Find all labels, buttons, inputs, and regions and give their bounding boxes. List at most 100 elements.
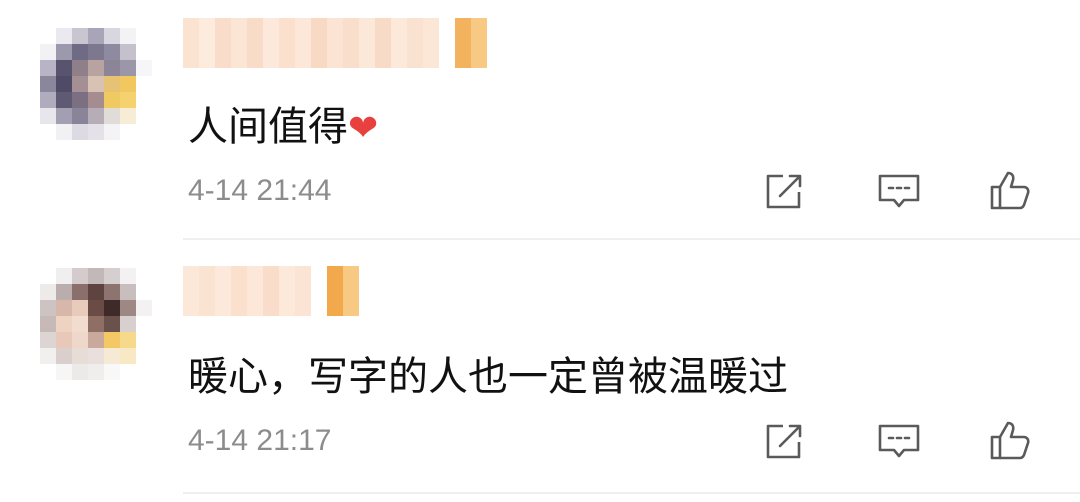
avatar-pixel [72,364,88,380]
username-pixel [215,266,231,316]
username-pixel [295,266,311,316]
comment-timestamp: 4-14 21:17 [188,424,332,457]
username-pixel [199,18,215,68]
avatar-pixel [72,76,88,92]
avatar-pixel [72,316,88,332]
share-icon [766,424,802,459]
avatar-pixel [136,268,152,284]
avatar-pixel [40,124,56,140]
avatar-pixel [88,44,104,60]
comment-text: 暖心，写字的人也一定曾被温暖过 [188,354,788,400]
avatar-pixel [136,28,152,44]
avatar-pixel [120,92,136,108]
avatar-pixel [40,108,56,124]
avatar-pixel [136,124,152,140]
username-pixel [359,18,375,68]
avatar-pixel [40,364,56,380]
avatar-pixel [104,60,120,76]
avatar-pixel [40,60,56,76]
comment-text: 人间值得❤ [188,94,378,152]
like-button[interactable] [986,416,1036,466]
avatar-pixel [120,44,136,60]
avatar-pixel [40,28,56,44]
avatar-pixel [40,348,56,364]
avatar-pixel [120,124,136,140]
avatar-pixel [104,76,120,92]
avatar-pixel [40,316,56,332]
reply-button[interactable] [874,166,924,216]
avatar-pixel [72,348,88,364]
thumbs-up-icon [990,421,1030,460]
username-pixel [311,18,327,68]
username-pixel [215,18,231,68]
username-pixel [327,266,343,316]
avatar-pixel [104,316,120,332]
avatar-pixel [88,60,104,76]
avatar-pixel [56,76,72,92]
avatar-pixel [136,284,152,300]
comment-icon [878,424,920,458]
avatar-pixel [120,268,136,284]
avatar-pixel [56,332,72,348]
avatar-pixel [56,44,72,60]
avatar-pixel [104,300,120,316]
share-button[interactable] [760,166,810,216]
username-pixel [247,266,263,316]
avatar[interactable] [40,28,152,140]
avatar-pixel [88,92,104,108]
avatar-pixel [72,124,88,140]
avatar-pixel [88,124,104,140]
avatar[interactable] [40,268,152,380]
avatar-pixel [88,284,104,300]
comment-timestamp: 4-14 21:44 [188,174,332,207]
username-blurred[interactable] [183,266,359,316]
avatar-pixel [56,124,72,140]
avatar-pixel [40,44,56,60]
comment-text-content: 人间值得 [188,104,348,150]
username-pixel [263,18,279,68]
avatar-pixel [40,268,56,284]
avatar-pixel [136,76,152,92]
username-blurred[interactable] [183,18,487,68]
username-pixel [423,18,439,68]
username-pixel [343,266,359,316]
avatar-pixel [72,28,88,44]
avatar-pixel [104,268,120,284]
avatar-pixel [72,60,88,76]
username-pixel [471,18,487,68]
like-button[interactable] [986,166,1036,216]
avatar-pixel [104,364,120,380]
share-button[interactable] [760,416,810,466]
avatar-pixel [72,284,88,300]
username-pixel [231,266,247,316]
username-pixel [455,18,471,68]
username-pixel [327,18,343,68]
avatar-pixel [120,108,136,124]
avatar-pixel [88,332,104,348]
avatar-pixel [88,28,104,44]
avatar-pixel [88,316,104,332]
comment-icon [878,174,920,208]
avatar-pixel [40,76,56,92]
avatar-pixel [136,364,152,380]
username-pixel [263,266,279,316]
avatar-pixel [120,332,136,348]
avatar-pixel [136,108,152,124]
avatar-pixel [136,60,152,76]
avatar-pixel [120,60,136,76]
username-pixel [183,18,199,68]
reply-button[interactable] [874,416,924,466]
avatar-pixel [72,332,88,348]
avatar-pixel [104,332,120,348]
avatar-pixel [136,92,152,108]
avatar-pixel [40,284,56,300]
avatar-pixel [72,92,88,108]
divider [183,492,1080,494]
avatar-pixel [72,108,88,124]
username-pixel [183,266,199,316]
avatar-pixel [136,332,152,348]
username-pixel [295,18,311,68]
username-pixel [199,266,215,316]
avatar-pixel [40,92,56,108]
username-pixel [439,18,455,68]
